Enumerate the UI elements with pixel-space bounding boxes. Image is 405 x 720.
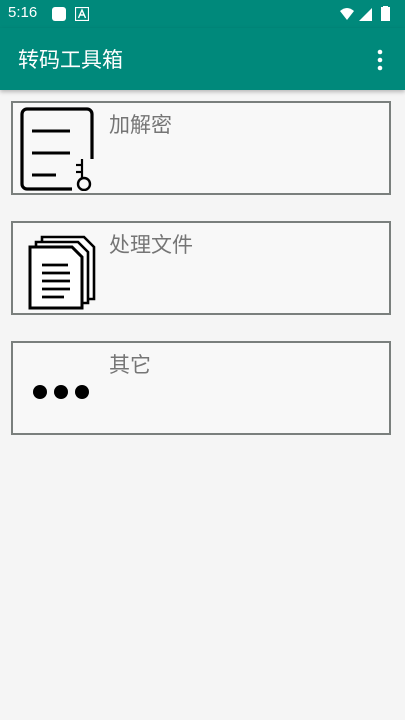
menu-card-label: 处理文件	[109, 233, 193, 257]
menu-card-other[interactable]: 其它	[11, 341, 391, 435]
app-bar: 转码工具箱	[0, 28, 405, 90]
overflow-menu-icon[interactable]	[365, 45, 395, 75]
notification-square-icon	[52, 7, 66, 21]
documents-icon	[28, 235, 96, 310]
menu-card-label: 加解密	[109, 113, 172, 137]
menu-card-process-files[interactable]: 处理文件	[11, 221, 391, 315]
wifi-icon	[340, 8, 354, 20]
more-dots-icon	[33, 385, 89, 399]
encrypt-document-key-icon	[20, 107, 98, 191]
signal-icon	[359, 8, 372, 21]
app-a-icon	[75, 7, 89, 21]
app-title: 转码工具箱	[18, 48, 123, 72]
menu-card-label: 其它	[109, 353, 151, 377]
status-time: 5:16	[8, 4, 38, 21]
battery-icon	[381, 7, 390, 21]
status-right-icons	[340, 6, 390, 21]
status-bar: 5:16	[0, 0, 405, 28]
menu-card-encrypt[interactable]: 加解密	[11, 101, 391, 195]
